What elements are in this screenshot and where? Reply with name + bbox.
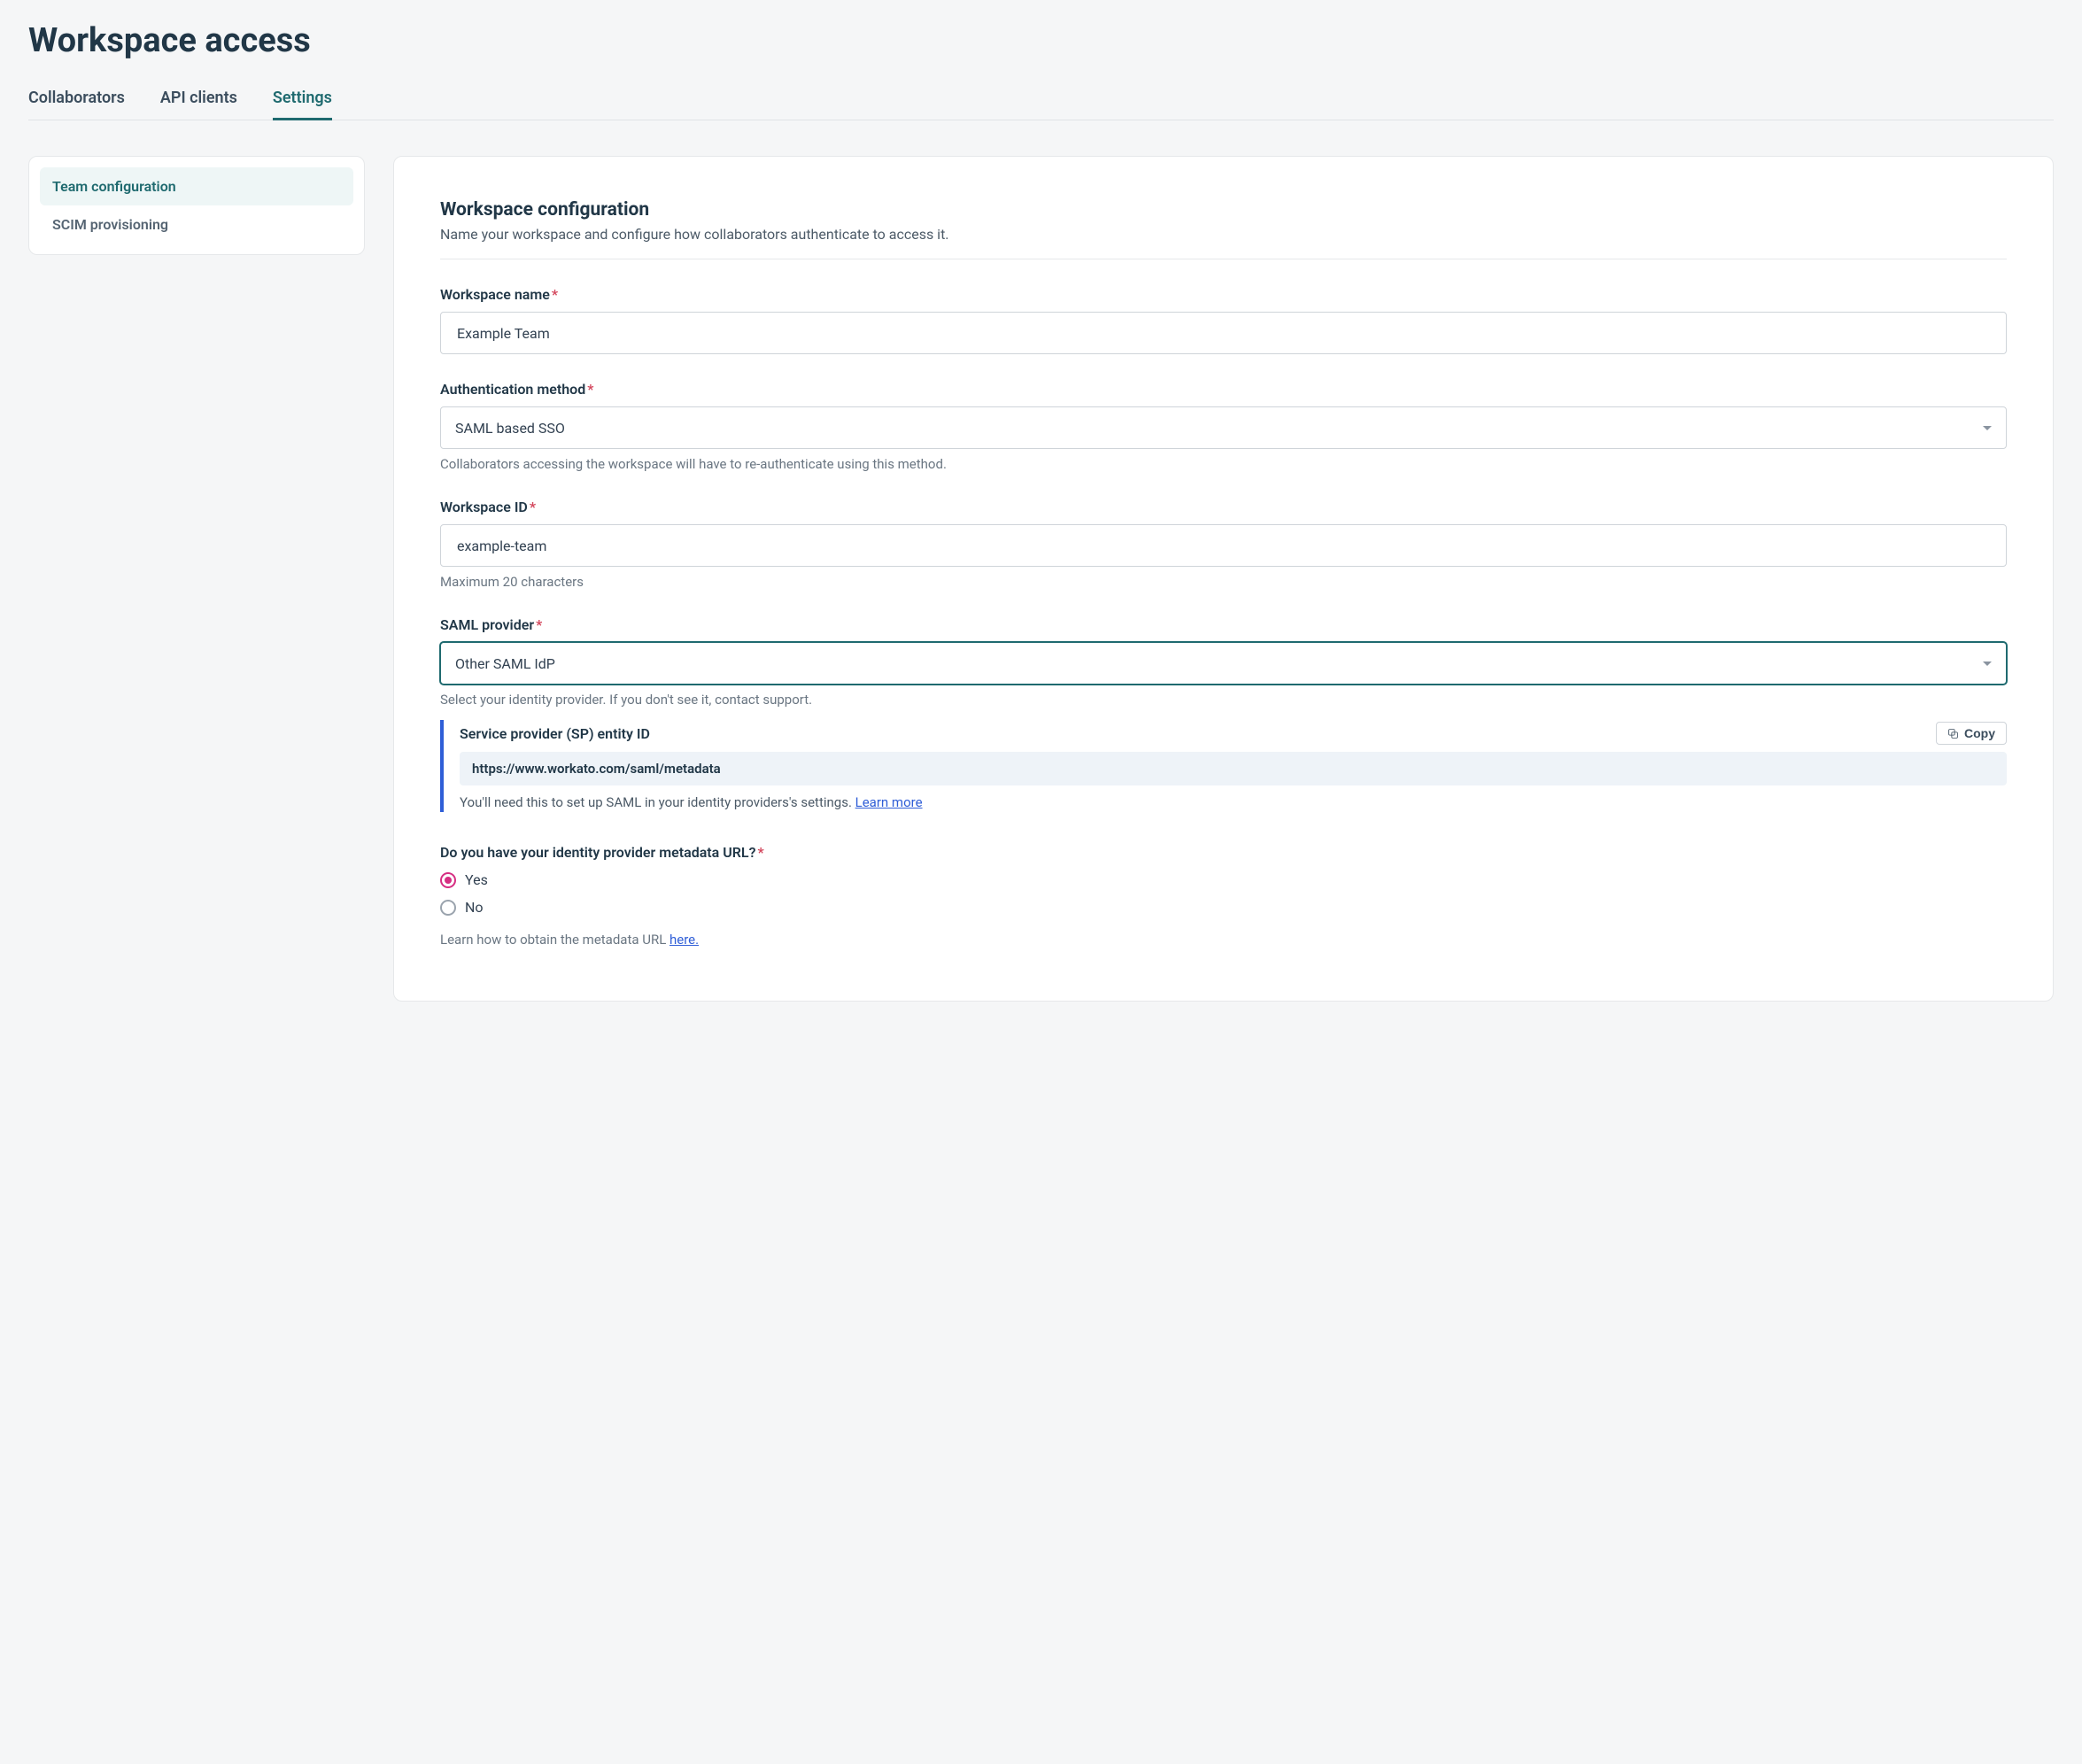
required-indicator: * xyxy=(587,381,593,398)
auth-method-helper: Collaborators accessing the workspace wi… xyxy=(440,456,2007,472)
copy-button[interactable]: Copy xyxy=(1936,722,2007,745)
radio-yes[interactable]: Yes xyxy=(440,871,2007,888)
required-indicator: * xyxy=(552,286,558,303)
saml-provider-helper: Select your identity provider. If you do… xyxy=(440,692,2007,708)
radio-yes-label: Yes xyxy=(465,871,488,888)
workspace-name-label: Workspace name* xyxy=(440,286,2007,303)
field-workspace-id: Workspace ID* Maximum 20 characters xyxy=(440,499,2007,590)
workspace-id-label-text: Workspace ID xyxy=(440,499,528,515)
saml-provider-select[interactable]: Other SAML IdP xyxy=(440,642,2007,685)
sp-entity-panel: Service provider (SP) entity ID Copy htt… xyxy=(440,720,2007,812)
radio-icon-unchecked xyxy=(440,900,456,916)
required-indicator: * xyxy=(530,499,536,515)
section-description: Name your workspace and configure how co… xyxy=(440,226,2007,243)
workspace-id-label: Workspace ID* xyxy=(440,499,2007,515)
workspace-name-label-text: Workspace name xyxy=(440,286,550,303)
saml-provider-label-text: SAML provider xyxy=(440,616,534,633)
sp-entity-note-text: You'll need this to set up SAML in your … xyxy=(460,794,855,810)
learn-more-link[interactable]: Learn more xyxy=(855,794,923,810)
page-title: Workspace access xyxy=(28,21,2054,60)
idp-metadata-label-text: Do you have your identity provider metad… xyxy=(440,844,755,861)
field-auth-method: Authentication method* SAML based SSO Co… xyxy=(440,381,2007,472)
auth-method-label: Authentication method* xyxy=(440,381,2007,398)
idp-metadata-helper: Learn how to obtain the metadata URL her… xyxy=(440,932,2007,948)
main-panel: Workspace configuration Name your worksp… xyxy=(393,156,2054,1002)
sidenav-item-scim-provisioning[interactable]: SCIM provisioning xyxy=(40,205,353,244)
field-workspace-name: Workspace name* xyxy=(440,286,2007,354)
sp-entity-value: https://www.workato.com/saml/metadata xyxy=(460,752,2007,785)
saml-provider-value: Other SAML IdP xyxy=(455,655,555,672)
idp-metadata-label: Do you have your identity provider metad… xyxy=(440,844,2007,861)
auth-method-value: SAML based SSO xyxy=(455,420,565,437)
settings-sidenav: Team configuration SCIM provisioning xyxy=(28,156,365,255)
auth-method-label-text: Authentication method xyxy=(440,381,585,398)
tab-api-clients[interactable]: API clients xyxy=(160,89,237,120)
radio-icon-checked xyxy=(440,872,456,888)
auth-method-select[interactable]: SAML based SSO xyxy=(440,406,2007,449)
required-indicator: * xyxy=(536,616,542,633)
here-link[interactable]: here. xyxy=(669,932,699,948)
radio-no-label: No xyxy=(465,899,484,916)
sidenav-item-team-configuration[interactable]: Team configuration xyxy=(40,167,353,205)
field-saml-provider: SAML provider* Other SAML IdP Select you… xyxy=(440,616,2007,708)
saml-provider-label: SAML provider* xyxy=(440,616,2007,633)
workspace-id-input[interactable] xyxy=(455,525,1992,566)
sp-entity-note: You'll need this to set up SAML in your … xyxy=(460,794,2007,810)
idp-metadata-radio-group: Yes No xyxy=(440,871,2007,916)
workspace-id-helper: Maximum 20 characters xyxy=(440,574,2007,590)
workspace-name-input-wrap xyxy=(440,312,2007,354)
chevron-down-icon xyxy=(1983,426,1992,430)
sp-entity-title: Service provider (SP) entity ID xyxy=(460,725,650,742)
idp-metadata-helper-text: Learn how to obtain the metadata URL xyxy=(440,932,669,948)
required-indicator: * xyxy=(757,844,763,861)
chevron-down-icon xyxy=(1983,662,1992,666)
field-idp-metadata: Do you have your identity provider metad… xyxy=(440,844,2007,948)
radio-no[interactable]: No xyxy=(440,899,2007,916)
copy-button-label: Copy xyxy=(1964,726,1995,740)
workspace-name-input[interactable] xyxy=(455,313,1992,353)
copy-icon xyxy=(1947,728,1959,739)
tab-collaborators[interactable]: Collaborators xyxy=(28,89,125,120)
tab-settings[interactable]: Settings xyxy=(273,89,332,120)
workspace-id-input-wrap xyxy=(440,524,2007,567)
main-tabs: Collaborators API clients Settings xyxy=(28,89,2054,120)
section-title: Workspace configuration xyxy=(440,199,2007,220)
